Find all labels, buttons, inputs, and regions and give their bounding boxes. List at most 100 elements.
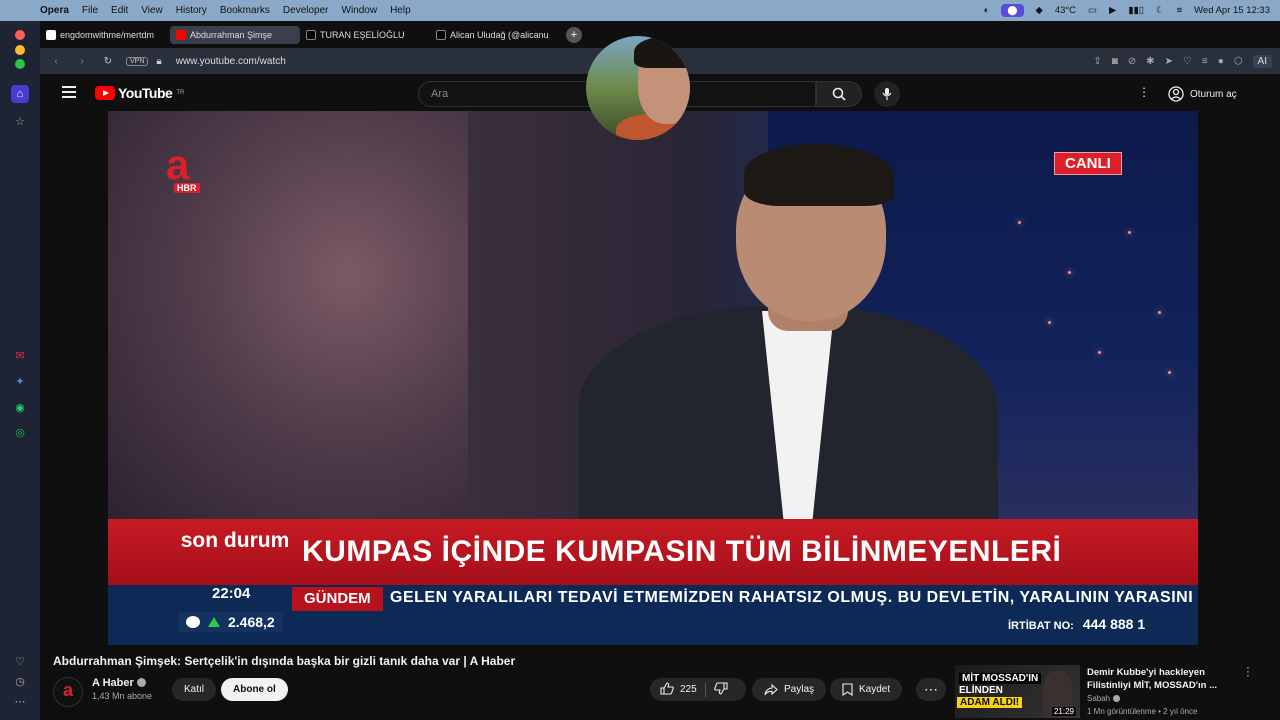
tab-x-turan[interactable]: TURAN EŞELİOĞLU <box>300 26 430 44</box>
camera-icon[interactable]: ◙ <box>1112 56 1118 67</box>
video-title: Abdurrahman Şimşek: Sertçelik'in dışında… <box>53 654 516 668</box>
a-haber-logo-sub: HBR <box>174 183 200 193</box>
display-icon[interactable]: ▭ <box>1088 5 1097 16</box>
bookmark-icon <box>842 683 853 696</box>
bluetooth-icon[interactable]: ◐ <box>984 5 990 16</box>
new-tab-button[interactable]: + <box>566 27 582 43</box>
menu-edit[interactable]: Edit <box>111 5 128 16</box>
suggested-more-icon[interactable]: · · · <box>1243 663 1253 682</box>
messenger-icon[interactable]: ✦ <box>11 372 29 390</box>
cube-icon[interactable]: ⬡ <box>1234 56 1243 67</box>
suggested-video-thumbnail[interactable]: MİT MOSSAD'IN ELİNDEN ADAM ALDI! 21:29 <box>955 665 1080 718</box>
menu-window[interactable]: Window <box>342 5 378 16</box>
settings-kebab-icon[interactable]: · · · <box>1140 81 1148 102</box>
history-icon[interactable]: ◷ <box>11 672 29 690</box>
contact-number: İRTİBAT NO: 444 888 1 <box>1008 616 1145 632</box>
tab-youtube[interactable]: Abdurrahman Şimşe <box>170 26 300 44</box>
suggested-video-title[interactable]: Demir Kubbe'yi hackleyen Filistinliyi Mİ… <box>1087 666 1237 692</box>
channel-avatar[interactable]: a <box>53 677 83 707</box>
thumb-text-1: MİT MOSSAD'IN <box>959 673 1042 684</box>
subscribe-button[interactable]: Abone ol <box>221 678 288 701</box>
share-label: Paylaş <box>784 684 815 695</box>
screen-record-icon[interactable]: ⬤ <box>1001 4 1024 17</box>
ticker-label: GÜNDEM <box>292 587 383 611</box>
profile-icon[interactable]: ● <box>1218 56 1224 67</box>
suggested-video-channel[interactable]: Sabah <box>1087 694 1121 703</box>
macos-menubar: Opera File Edit View History Bookmarks D… <box>0 0 1280 21</box>
heart-icon[interactable]: ♡ <box>1183 56 1192 67</box>
reload-icon[interactable]: ↻ <box>98 56 118 67</box>
extension-icon[interactable]: ✱ <box>1146 56 1154 67</box>
like-dislike-group: 225 <box>650 678 746 701</box>
save-button[interactable]: Kaydet <box>830 678 903 701</box>
channel-name-text: A Haber <box>92 677 134 689</box>
hamburger-menu-icon[interactable] <box>62 86 76 98</box>
search-icon <box>832 87 846 101</box>
spotify-icon[interactable]: ◎ <box>11 423 29 441</box>
thumbs-up-icon <box>660 681 674 695</box>
video-player[interactable]: a HBR CANLI son durum KUMPAS İÇİNDE KUMP… <box>108 111 1198 645</box>
extension-icon[interactable]: ◆ <box>1036 5 1043 16</box>
menu-file[interactable]: File <box>82 5 98 16</box>
sign-in-button[interactable]: Oturum aç <box>1168 83 1237 105</box>
dark-mode-icon[interactable]: ☾ <box>1156 5 1165 16</box>
url-field[interactable]: www.youtube.com/watch <box>176 56 286 67</box>
news-headline: KUMPAS İÇİNDE KUMPASIN TÜM BİLİNMEYENLER… <box>302 535 1062 568</box>
menu-app-name[interactable]: Opera <box>40 5 69 16</box>
voice-search-button[interactable] <box>874 81 900 107</box>
forward-icon[interactable]: › <box>72 56 92 67</box>
webcam-overlay[interactable] <box>586 36 690 140</box>
share-page-icon[interactable]: ⇪ <box>1093 56 1101 67</box>
aria-ai-button[interactable]: AI <box>1252 54 1272 68</box>
youtube-logo[interactable]: YouTube TR <box>95 85 184 101</box>
channel-name[interactable]: A Haber <box>92 677 146 689</box>
close-window-icon[interactable] <box>15 30 25 40</box>
tab-label: Abdurrahman Şimşe <box>190 30 273 40</box>
back-icon[interactable]: ‹ <box>46 56 66 67</box>
like-button[interactable] <box>660 681 674 698</box>
search-button[interactable] <box>816 81 862 107</box>
verified-icon <box>1113 695 1121 702</box>
gmail-icon[interactable]: ✉ <box>11 346 29 364</box>
menu-view[interactable]: View <box>141 5 163 16</box>
minimize-window-icon[interactable] <box>15 45 25 55</box>
ticker-text: GELEN YARALILARI TEDAVİ ETMEMİZDEN RAHAT… <box>390 589 1198 606</box>
battery-icon[interactable]: ▮▮▯ <box>1128 5 1144 16</box>
market-index: 2.468,2 <box>178 612 283 632</box>
join-button[interactable]: Katıl <box>172 678 217 701</box>
home-icon[interactable]: ⌂ <box>11 85 29 103</box>
ai-label: AI <box>1257 55 1267 67</box>
maximize-window-icon[interactable] <box>15 59 25 69</box>
menu-history[interactable]: History <box>176 5 207 16</box>
clock[interactable]: Wed Apr 15 12:33 <box>1194 5 1270 16</box>
menu-developer[interactable]: Developer <box>283 5 329 16</box>
share-icon <box>764 683 778 695</box>
more-icon[interactable]: ⋯ <box>11 692 29 710</box>
news-ticker-bar: 22:04 GÜNDEM GELEN YARALILARI TEDAVİ ETM… <box>108 585 1198 645</box>
play-icon[interactable]: ▶ <box>1109 5 1116 16</box>
webcam-hair <box>634 36 690 68</box>
presenter-hair <box>744 144 894 206</box>
tab-x-alican[interactable]: Alican Uludağ (@alicanu <box>430 26 560 44</box>
dislike-button[interactable] <box>713 681 728 698</box>
more-actions-button[interactable]: ⋯ <box>916 678 946 701</box>
tab-github[interactable]: engdomwithme/mertdm <box>40 26 170 44</box>
youtube-wordmark: YouTube <box>118 85 173 101</box>
tab-label: TURAN EŞELİOĞLU <box>320 30 405 40</box>
up-arrow-icon <box>208 617 220 627</box>
share-button[interactable]: Paylaş <box>752 678 827 701</box>
temperature-readout[interactable]: 43°C <box>1055 5 1076 16</box>
control-center-icon[interactable]: ≡ <box>1177 5 1183 16</box>
video-duration: 21:29 <box>1051 707 1076 716</box>
lock-icon: 🔒︎ <box>156 55 162 67</box>
menu-help[interactable]: Help <box>390 5 411 16</box>
menu-icon[interactable]: ≡ <box>1202 56 1208 67</box>
menu-bookmarks[interactable]: Bookmarks <box>220 5 270 16</box>
whatsapp-icon[interactable]: ◉ <box>11 398 29 416</box>
heart-icon[interactable]: ♡ <box>11 652 29 670</box>
send-icon[interactable]: ➤ <box>1165 56 1173 67</box>
index-icon <box>186 616 200 628</box>
adblock-icon[interactable]: ⊘ <box>1128 56 1136 67</box>
star-icon[interactable]: ☆ <box>11 112 29 130</box>
vpn-badge[interactable]: VPN <box>126 56 149 66</box>
